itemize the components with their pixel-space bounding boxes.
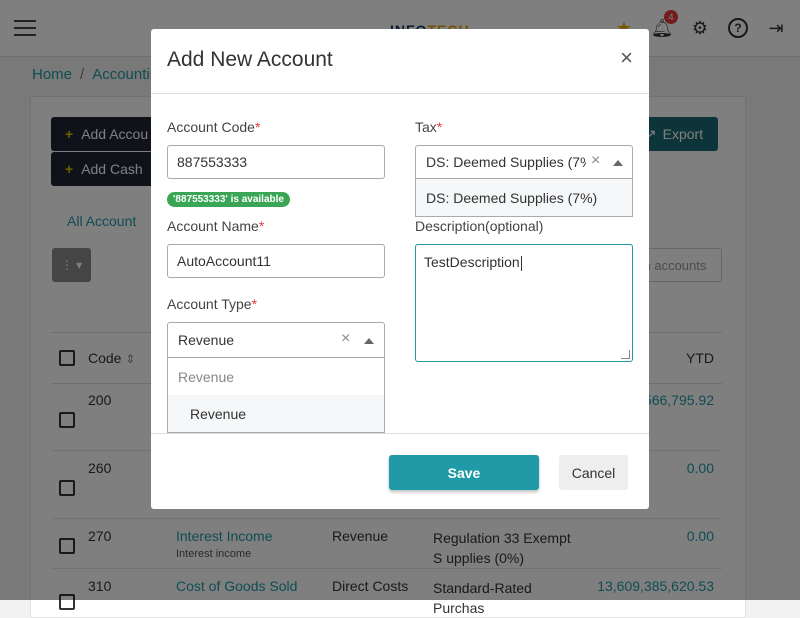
resize-grip-icon[interactable] [621, 350, 630, 359]
availability-badge: '887553333' is available [167, 192, 290, 207]
tax-label: Tax* [415, 119, 442, 135]
cancel-button[interactable]: Cancel [559, 455, 628, 490]
description-value: TestDescription [424, 254, 520, 270]
account-name-input[interactable]: AutoAccount11 [167, 244, 385, 278]
account-type-dropdown: Revenue Revenue [167, 358, 385, 433]
account-type-selected-value: Revenue [178, 332, 235, 348]
account-name-label-text: Account Name [167, 218, 259, 234]
text-caret [520, 255, 522, 271]
tax-selected-value: DS: Deemed Supplies (7%) [426, 154, 586, 170]
account-type-label-text: Account Type [167, 296, 252, 312]
clear-icon[interactable]: × [341, 330, 350, 348]
option-group-label: Revenue [178, 368, 235, 385]
required-marker: * [254, 119, 261, 135]
modal-footer: Save Cancel [151, 433, 649, 510]
account-name-label: Account Name* [167, 218, 264, 234]
modal-title: Add New Account [167, 48, 333, 71]
description-textarea[interactable]: TestDescription [415, 244, 633, 362]
chevron-up-icon[interactable] [364, 338, 374, 344]
tax-option[interactable]: DS: Deemed Supplies (7%) [416, 179, 632, 216]
account-code-label: Account Code* [167, 119, 260, 135]
description-label: Description(optional) [415, 218, 544, 234]
clear-icon[interactable]: × [591, 152, 600, 170]
account-type-select[interactable]: Revenue × [167, 322, 385, 358]
add-account-modal: Add New Account × Account Code* 88755333… [151, 29, 649, 509]
required-marker: * [258, 218, 265, 234]
account-code-label-text: Account Code [167, 119, 255, 135]
required-marker: * [251, 296, 258, 312]
required-marker: * [436, 119, 443, 135]
chevron-up-icon[interactable] [613, 160, 623, 166]
tax-select[interactable]: DS: Deemed Supplies (7%) × [415, 145, 633, 179]
tax-dropdown: DS: Deemed Supplies (7%) [415, 179, 633, 217]
tax-label-text: Tax [415, 119, 437, 135]
modal-header: Add New Account × [151, 29, 649, 94]
close-icon[interactable]: × [620, 45, 633, 71]
save-button[interactable]: Save [389, 455, 539, 490]
account-code-input[interactable]: 887553333 [167, 145, 385, 179]
account-type-option[interactable]: Revenue [168, 395, 384, 432]
account-type-label: Account Type* [167, 296, 257, 312]
